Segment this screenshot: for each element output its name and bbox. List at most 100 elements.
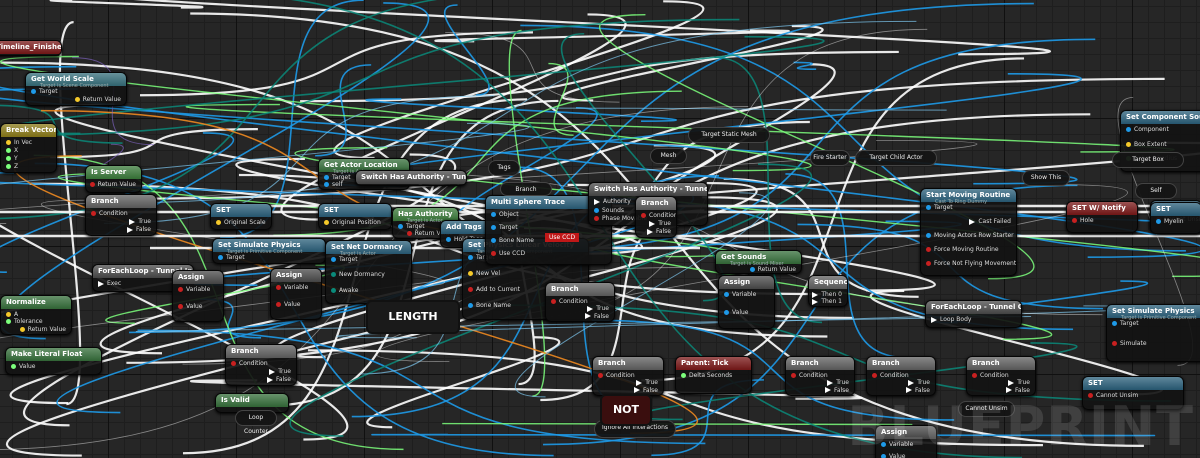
pin[interactable]: Z xyxy=(6,163,18,170)
pin[interactable]: New Vel xyxy=(468,270,500,277)
pin[interactable]: Value xyxy=(11,363,35,370)
node-switch-has-authority-tunnel-input-site[interactable]: Switch Has Authority - Tunnel Input Site xyxy=(355,170,467,186)
pin[interactable]: True xyxy=(1008,379,1030,386)
pin[interactable]: Original Position xyxy=(324,219,381,226)
node-parent-tick[interactable]: Parent: Tick Delta Seconds xyxy=(675,356,752,394)
node-set-simulate-physics[interactable]: Set Simulate Physics Target is Primitive … xyxy=(1106,304,1200,362)
pin[interactable]: self xyxy=(324,181,343,188)
pin[interactable]: In Vec xyxy=(6,139,32,146)
pin[interactable]: Original Scale xyxy=(216,219,266,226)
pin[interactable]: Target xyxy=(324,174,351,181)
pin[interactable]: Return Value xyxy=(19,326,66,333)
pin[interactable]: Myelin xyxy=(1156,218,1184,225)
pin[interactable]: Exec xyxy=(98,280,121,287)
node-set-net-dormancy[interactable]: Set Net Dormancy Target is Actor Target New… xyxy=(325,240,412,304)
pin[interactable]: Box Extent xyxy=(1126,141,1167,148)
node-set[interactable]: SET Original Position xyxy=(318,203,392,230)
pin[interactable]: Target xyxy=(31,88,58,95)
compact-node[interactable]: Fire Starter xyxy=(810,150,850,166)
macro-node-length[interactable]: LENGTH xyxy=(366,300,460,334)
pin[interactable]: Sounds xyxy=(594,207,624,214)
pin[interactable]: False xyxy=(646,228,671,235)
pin[interactable]: New Dormancy xyxy=(331,271,385,278)
pin[interactable]: Object xyxy=(491,211,519,218)
pin[interactable]: Variable xyxy=(276,284,308,291)
pin[interactable]: Loop Body xyxy=(931,316,971,323)
pin[interactable]: Target xyxy=(1112,320,1139,327)
node-timeline-finishedfunc[interactable]: Timeline_FinishedFunc xyxy=(0,40,62,56)
pin[interactable]: Condition xyxy=(231,360,268,367)
compact-node[interactable]: Tags xyxy=(488,160,520,176)
pin[interactable]: True xyxy=(269,368,291,375)
compact-node[interactable]: Target Box xyxy=(1112,152,1184,168)
pin[interactable]: Awake xyxy=(331,287,358,294)
pin[interactable]: Target xyxy=(491,224,518,231)
pin[interactable]: True xyxy=(827,379,849,386)
node-branch[interactable]: Branch Condition True False xyxy=(225,344,297,386)
pin[interactable]: Then 1 xyxy=(812,298,842,305)
pin[interactable]: Hole xyxy=(1072,217,1094,224)
compact-node[interactable]: Target Child Actor xyxy=(855,150,937,166)
pin[interactable]: Condition xyxy=(598,372,635,379)
pin[interactable]: Then 0 xyxy=(812,291,842,298)
pin[interactable]: False xyxy=(266,376,291,383)
node-branch[interactable]: Branch Condition True False xyxy=(635,196,677,238)
pin[interactable]: A xyxy=(6,311,18,318)
pin[interactable]: False xyxy=(584,313,609,320)
node-foreachloop-tunnel-output-site[interactable]: ForEachLoop - Tunnel Output Site Loop Bod… xyxy=(925,300,1022,328)
pin[interactable]: Tolerance xyxy=(6,318,43,325)
pin[interactable]: Condition xyxy=(972,372,1009,379)
node-branch[interactable]: Branch Condition True False xyxy=(966,356,1036,396)
node-set-simulate-physics[interactable]: Set Simulate Physics Target is Primitive … xyxy=(212,238,326,264)
pin[interactable]: Value xyxy=(724,309,748,316)
macro-node-not[interactable]: NOT xyxy=(600,394,652,426)
pin[interactable]: True xyxy=(636,379,658,386)
node-normalize[interactable]: Normalize A Tolerance Return Value xyxy=(0,295,72,335)
node-assign[interactable]: Assign Variable Value xyxy=(718,275,775,329)
node-sequence[interactable]: Sequence Then 0Then 1 xyxy=(808,275,848,307)
node-branch[interactable]: Branch Condition True False xyxy=(85,194,157,236)
pin[interactable]: Y xyxy=(6,155,18,162)
pin[interactable]: Target xyxy=(331,256,358,263)
pin[interactable]: False xyxy=(633,387,658,394)
pin[interactable]: Return Value xyxy=(749,266,796,273)
compact-node[interactable]: Mesh xyxy=(650,148,687,164)
compact-node[interactable]: Loop Counter xyxy=(235,410,277,435)
node-get-world-scale[interactable]: Get World Scale Target is Scene Component… xyxy=(25,72,127,106)
pin[interactable]: Simulate xyxy=(1112,340,1147,347)
pin[interactable]: Add to Current xyxy=(468,286,520,293)
node-assign[interactable]: Assign Variable Value xyxy=(270,268,322,320)
compact-node[interactable]: Target Static Mesh xyxy=(688,127,770,143)
pin[interactable]: True xyxy=(587,305,609,312)
pin[interactable]: True xyxy=(649,220,671,227)
pin[interactable]: Target xyxy=(398,223,425,230)
pin[interactable]: X xyxy=(6,147,18,154)
pin[interactable]: Component xyxy=(1126,126,1169,133)
pin[interactable]: Moving Actors Row Starter xyxy=(926,232,1014,239)
pin[interactable]: Value xyxy=(178,303,202,310)
node-branch[interactable]: Branch Condition True False xyxy=(866,356,936,396)
node-branch[interactable]: Branch Condition True False xyxy=(785,356,855,396)
compact-node[interactable]: Branch xyxy=(500,182,552,196)
pin[interactable]: Cast Failed xyxy=(969,218,1011,225)
node-set-w-notify[interactable]: SET W/ Notify Hole xyxy=(1066,201,1138,233)
pin[interactable]: False xyxy=(126,226,151,233)
pin[interactable]: True xyxy=(908,379,930,386)
blueprint-graph-canvas[interactable]: Timeline_FinishedFunc Get World ScaleTarg… xyxy=(0,0,1200,458)
pin[interactable]: Value xyxy=(276,301,300,308)
node-branch[interactable]: Branch Condition True False xyxy=(545,282,615,322)
pin[interactable]: True xyxy=(129,218,151,225)
pin[interactable]: Condition xyxy=(91,210,128,217)
pin[interactable]: Variable xyxy=(178,286,210,293)
node-start-moving-routine[interactable]: Start Moving Routine Cast To Ring Dummy Ta… xyxy=(920,188,1017,276)
pin[interactable]: Force Not Flying Movement xyxy=(926,260,1016,267)
pin[interactable]: Bone Name xyxy=(468,302,511,309)
compact-node[interactable]: Show This xyxy=(1022,170,1070,186)
pin[interactable]: Return Value xyxy=(89,181,136,188)
pin[interactable]: Variable xyxy=(724,291,756,298)
pin[interactable]: Delta Seconds xyxy=(681,372,732,379)
node-set[interactable]: SET Original Scale xyxy=(210,203,272,230)
node-is-server[interactable]: Is Server Return Value xyxy=(85,165,142,193)
pin[interactable]: False xyxy=(905,387,930,394)
pin[interactable]: Condition xyxy=(641,212,676,219)
